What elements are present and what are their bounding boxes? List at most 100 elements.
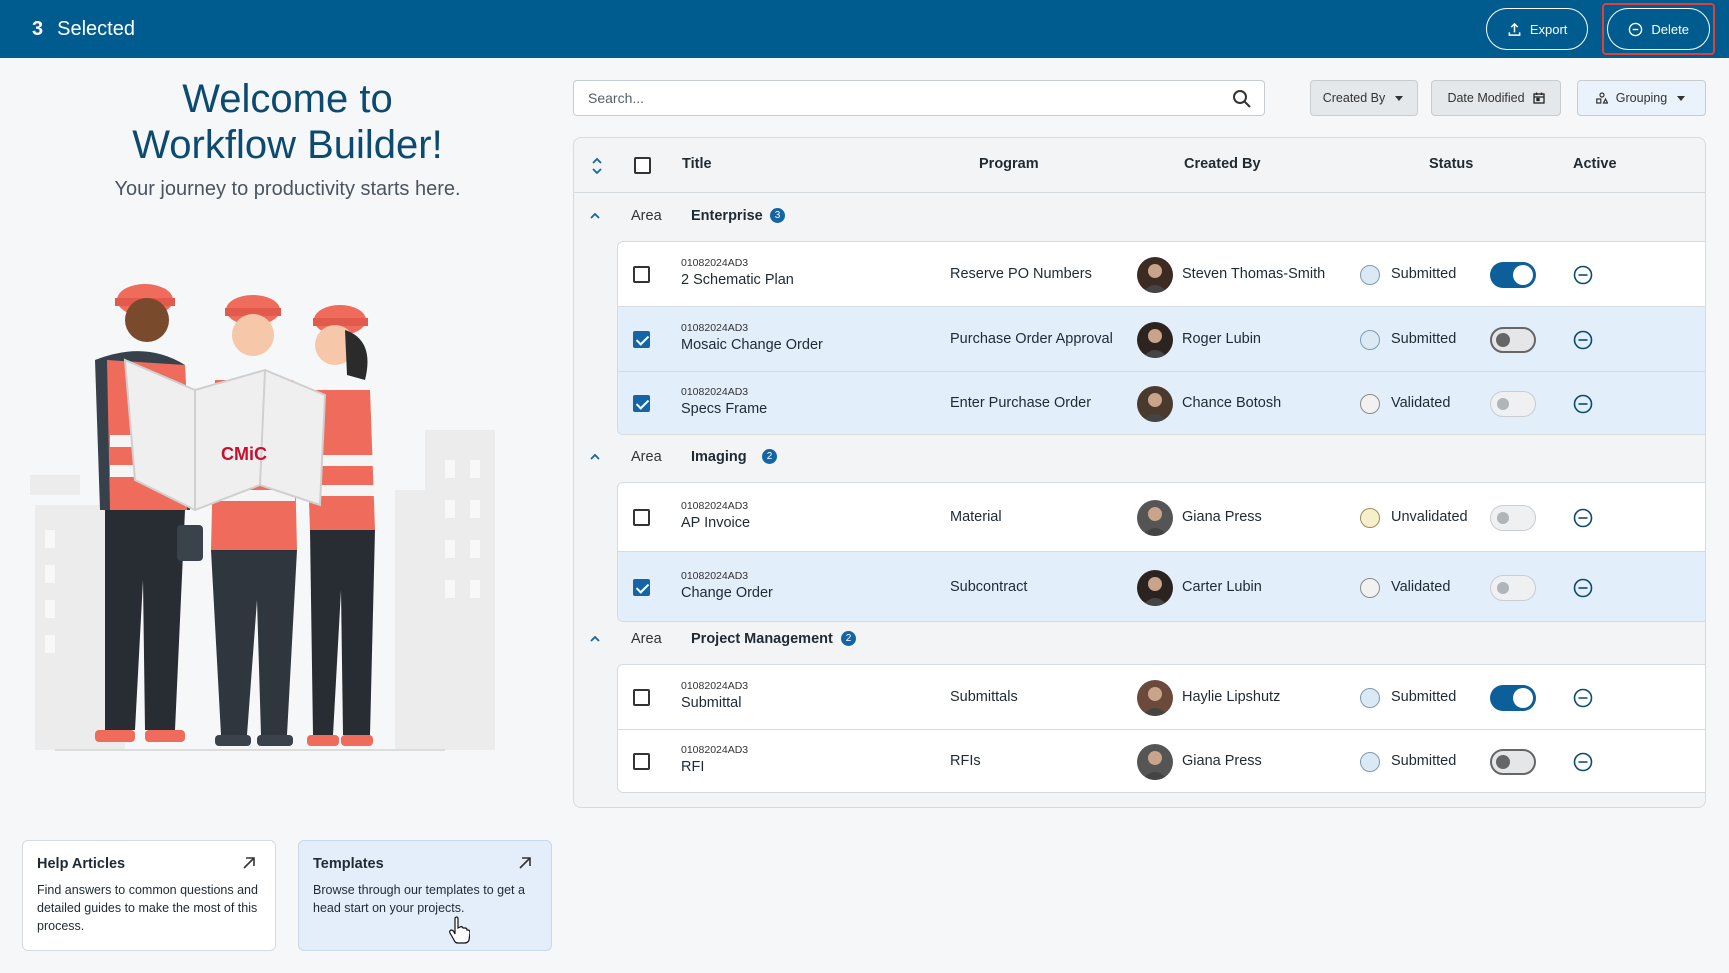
active-toggle[interactable] — [1490, 749, 1536, 775]
row-checkbox[interactable] — [633, 265, 650, 283]
row-creator: Steven Thomas-Smith — [1182, 265, 1326, 282]
select-all-checkbox[interactable] — [634, 157, 651, 174]
minus-circle-icon — [1629, 22, 1643, 36]
row-program: Purchase Order Approval — [950, 330, 1113, 347]
chevron-up-icon[interactable] — [588, 450, 602, 464]
cmic-logo: CMiC — [221, 444, 267, 464]
row-checkbox[interactable] — [633, 395, 650, 412]
remove-circle-icon[interactable] — [1573, 394, 1593, 414]
row-title[interactable]: 2 Schematic Plan — [681, 272, 794, 288]
avatar — [1137, 256, 1173, 293]
caret-down-icon — [1677, 96, 1686, 101]
group-count-badge: 3 — [770, 208, 785, 223]
col-status[interactable]: Status — [1429, 156, 1473, 172]
grouping-icon — [1595, 92, 1608, 104]
welcome-title-line1: Welcome to — [182, 77, 393, 121]
remove-circle-icon[interactable] — [1573, 752, 1593, 772]
row-checkbox[interactable] — [633, 753, 650, 770]
row-title[interactable]: Submittal — [681, 695, 741, 711]
row-status: Validated — [1391, 578, 1451, 595]
created-by-filter-label: Created By — [1322, 91, 1386, 105]
remove-circle-icon[interactable] — [1573, 578, 1593, 598]
group-header: Area Enterprise 3 — [574, 193, 1705, 241]
table-row[interactable]: 01082024AD3 Change Order Subcontract Carter… — [618, 552, 1705, 621]
avatar — [1137, 499, 1173, 536]
row-checkbox[interactable] — [633, 508, 650, 526]
construction-workers-illustration: CMiC — [30, 284, 495, 751]
table-row[interactable]: 01082024AD3 Submittal Submittals Haylie Lip… — [618, 665, 1705, 730]
table-row[interactable]: 01082024AD3 Specs Frame Enter Purchase Ord… — [618, 372, 1705, 434]
group-area-label: Area — [631, 208, 662, 224]
workflow-table: Title Program Created By Status Active A… — [573, 137, 1706, 808]
remove-circle-icon[interactable] — [1573, 688, 1593, 708]
group-name: Enterprise — [691, 208, 763, 224]
avatar — [1137, 321, 1173, 358]
group-rows: 01082024AD3 Submittal Submittals Haylie Lip… — [617, 664, 1705, 793]
active-toggle[interactable] — [1490, 684, 1536, 711]
delete-button[interactable]: Delete — [1607, 8, 1710, 50]
group-rows: 01082024AD3 AP Invoice Material Giana Press… — [617, 482, 1705, 622]
remove-circle-icon[interactable] — [1573, 265, 1593, 285]
remove-circle-icon[interactable] — [1573, 508, 1593, 528]
row-title[interactable]: AP Invoice — [681, 515, 750, 531]
table-row[interactable]: 01082024AD3 RFI RFIs Giana Press Submitted — [618, 730, 1705, 792]
grouping-filter[interactable]: Grouping — [1577, 80, 1706, 116]
help-articles-title: Help Articles — [37, 856, 126, 872]
row-code: 01082024AD3 — [681, 679, 749, 692]
row-program: Subcontract — [950, 578, 1028, 595]
row-program: Material — [950, 508, 1002, 525]
group-name: Imaging — [691, 449, 747, 465]
export-label: Export — [1529, 21, 1568, 37]
remove-circle-icon[interactable] — [1573, 330, 1593, 350]
group-header: Area Project Management 2 — [574, 616, 1705, 664]
status-indicator-icon — [1360, 264, 1380, 285]
active-toggle[interactable] — [1490, 261, 1536, 288]
templates-card[interactable]: Templates Browse through our templates t… — [298, 840, 552, 951]
export-button[interactable]: Export — [1485, 8, 1589, 50]
row-code: 01082024AD3 — [681, 569, 749, 582]
selected-count: 3 — [32, 17, 44, 40]
status-indicator-icon — [1360, 752, 1380, 772]
col-program[interactable]: Program — [979, 156, 1039, 172]
row-status: Unvalidated — [1391, 508, 1468, 525]
group-header: Area Imaging 2 — [574, 434, 1705, 482]
chevron-up-icon[interactable] — [588, 209, 602, 223]
templates-body: Browse through our templates to get a he… — [313, 883, 525, 915]
arrow-up-right-icon — [519, 857, 531, 869]
date-modified-filter[interactable]: Date Modified — [1431, 80, 1561, 116]
active-toggle[interactable] — [1490, 326, 1536, 353]
row-creator: Haylie Lipshutz — [1182, 688, 1281, 705]
table-row[interactable]: 01082024AD3 Mosaic Change Order Purchase O… — [618, 307, 1705, 372]
col-title[interactable]: Title — [682, 156, 712, 172]
created-by-filter[interactable]: Created By — [1310, 80, 1418, 116]
row-checkbox[interactable] — [633, 578, 650, 596]
row-status: Submitted — [1391, 265, 1457, 282]
avatar — [1137, 386, 1173, 422]
group-count-badge: 2 — [762, 449, 777, 464]
status-indicator-icon — [1360, 394, 1380, 414]
group-area-label: Area — [631, 631, 662, 647]
active-toggle — [1490, 504, 1536, 531]
active-toggle — [1490, 391, 1536, 417]
group-count-badge: 2 — [841, 631, 856, 646]
search-input[interactable]: Search... — [573, 80, 1265, 116]
sort-expand-icon[interactable] — [590, 156, 604, 176]
row-title[interactable]: Mosaic Change Order — [681, 337, 823, 353]
chevron-up-icon[interactable] — [588, 632, 602, 646]
status-indicator-icon — [1360, 507, 1380, 528]
row-status: Submitted — [1391, 753, 1457, 769]
col-created-by[interactable]: Created By — [1184, 156, 1261, 172]
table-row[interactable]: 01082024AD3 AP Invoice Material Giana Press… — [618, 483, 1705, 552]
row-title[interactable]: RFI — [681, 759, 704, 775]
row-program: Enter Purchase Order — [950, 395, 1092, 411]
col-active[interactable]: Active — [1573, 156, 1617, 172]
row-title[interactable]: Specs Frame — [681, 401, 767, 417]
row-checkbox[interactable] — [633, 330, 650, 348]
row-status: Submitted — [1391, 688, 1457, 705]
row-checkbox[interactable] — [633, 688, 650, 706]
row-code: 01082024AD3 — [681, 256, 749, 269]
row-creator: Roger Lubin — [1182, 330, 1261, 347]
help-articles-card[interactable]: Help Articles Find answers to common que… — [22, 840, 276, 951]
row-title[interactable]: Change Order — [681, 585, 773, 601]
table-row[interactable]: 01082024AD3 2 Schematic Plan Reserve PO Nu… — [618, 242, 1705, 307]
